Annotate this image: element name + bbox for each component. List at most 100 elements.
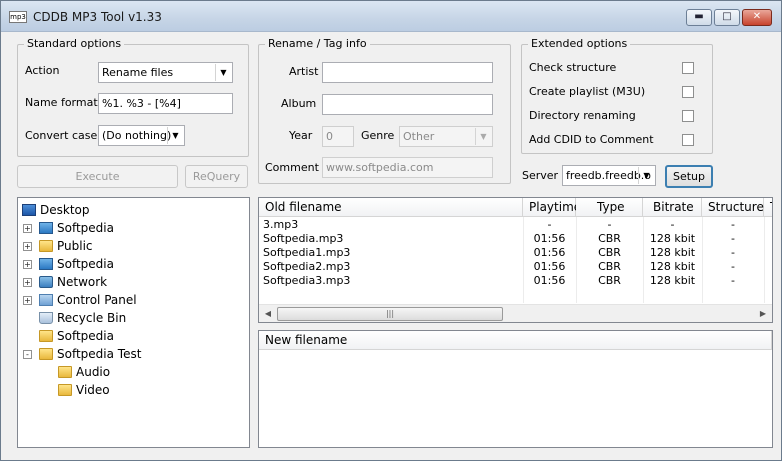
tree-item-label: Recycle Bin (57, 311, 127, 325)
execute-button[interactable]: Execute (17, 165, 178, 188)
convert-case-value: (Do nothing) (102, 129, 172, 142)
row-old-filename: Softpedia.mp3 (263, 232, 344, 245)
server-label: Server (522, 169, 559, 182)
tree-item[interactable]: + Network (18, 273, 248, 291)
tree-item-label: Softpedia (57, 329, 114, 343)
chevron-down-icon[interactable]: ▼ (167, 127, 183, 144)
mp3-app-icon: mp3 (9, 11, 27, 23)
folder-icon (58, 384, 72, 396)
genre-select[interactable]: Other ▼ (399, 126, 493, 147)
new-filename-list[interactable]: New filename (258, 330, 773, 448)
tree-item[interactable]: + Control Panel (18, 291, 248, 309)
table-row[interactable]: Softpedia2.mp3 01:56 CBR 128 kbit - (259, 260, 772, 274)
minimize-button[interactable]: ▬ (686, 9, 712, 26)
column-header-structure[interactable]: Structure (702, 198, 764, 217)
row-structure: - (731, 246, 735, 259)
standard-options-title: Standard options (24, 37, 125, 50)
row-bitrate: 128 kbit (649, 246, 696, 259)
create-playlist-checkbox[interactable] (682, 86, 694, 98)
artist-label: Artist (289, 65, 319, 78)
window-title: CDDB MP3 Tool v1.33 (33, 10, 162, 24)
network-icon (39, 276, 53, 288)
tree-item-label: Softpedia Test (57, 347, 142, 361)
add-cdid-label: Add CDID to Comment (529, 133, 654, 146)
scroll-right-icon[interactable]: ▶ (755, 306, 771, 322)
requery-button[interactable]: ReQuery (185, 165, 248, 188)
action-select[interactable]: Rename files ▼ (98, 62, 233, 83)
tree-item[interactable]: + Softpedia (18, 255, 248, 273)
convert-case-select[interactable]: (Do nothing) ▼ (98, 125, 185, 146)
name-format-value: %1. %3 - [%4] (102, 97, 181, 110)
year-label: Year (289, 129, 313, 142)
folder-tree[interactable]: Desktop + Softpedia + Public + Softpedia + Netwo… (17, 197, 250, 448)
title-bar[interactable]: mp3 CDDB MP3 Tool v1.33 ▬ □ ✕ (1, 1, 781, 32)
tree-item[interactable]: Desktop (18, 201, 248, 219)
year-value: 0 (326, 130, 333, 143)
comment-input[interactable]: www.softpedia.com (322, 157, 493, 178)
horizontal-scrollbar[interactable]: ◀ ||| ▶ (259, 304, 772, 322)
scrollbar-thumb[interactable]: ||| (277, 307, 503, 321)
table-row[interactable]: Softpedia.mp3 01:56 CBR 128 kbit - (259, 232, 772, 246)
album-label: Album (281, 97, 317, 110)
extended-options-group: Extended options Check structure Create … (521, 37, 713, 154)
chevron-down-icon[interactable]: ▼ (215, 64, 231, 81)
tree-item[interactable]: - Softpedia Test (18, 345, 248, 363)
rename-tag-info-title: Rename / Tag info (265, 37, 370, 50)
maximize-button[interactable]: □ (714, 9, 740, 26)
row-playtime: - (547, 218, 552, 231)
add-cdid-checkbox[interactable] (682, 134, 694, 146)
tree-item-label: Softpedia (57, 221, 114, 235)
expand-icon[interactable]: + (23, 260, 32, 269)
column-header-playtime[interactable]: Playtime (523, 198, 581, 217)
row-structure: - (731, 260, 735, 273)
expand-icon[interactable]: + (23, 242, 32, 251)
column-header-old-filename[interactable]: Old filename (259, 198, 523, 217)
recycle-bin-icon (39, 312, 53, 324)
close-button[interactable]: ✕ (742, 9, 772, 26)
chevron-down-icon[interactable]: ▼ (638, 167, 654, 184)
monitor-icon (39, 258, 53, 270)
tree-item[interactable]: + Public (18, 237, 248, 255)
collapse-icon[interactable]: - (23, 350, 32, 359)
expand-icon[interactable]: + (23, 224, 32, 233)
tree-item[interactable]: + Softpedia (18, 219, 248, 237)
row-structure: - (731, 218, 735, 231)
directory-renaming-checkbox[interactable] (682, 110, 694, 122)
column-header-t[interactable]: T (764, 198, 772, 217)
column-header-bitrate[interactable]: Bitrate (643, 198, 702, 217)
tree-item[interactable]: Softpedia (18, 327, 248, 345)
chevron-down-icon[interactable]: ▼ (475, 128, 491, 145)
album-input[interactable] (322, 94, 493, 115)
artist-input[interactable] (322, 62, 493, 83)
table-row[interactable]: 3.mp3 - - - - (259, 218, 772, 232)
tree-item-label: Audio (76, 365, 111, 379)
row-playtime: 01:56 (533, 274, 566, 287)
table-row[interactable]: Softpedia1.mp3 01:56 CBR 128 kbit - (259, 246, 772, 260)
column-header-new-filename[interactable]: New filename (259, 331, 772, 350)
row-old-filename: Softpedia1.mp3 (263, 246, 351, 259)
tree-item-label: Softpedia (57, 257, 114, 271)
tree-item[interactable]: Video (18, 381, 248, 399)
server-select[interactable]: freedb.freedb.o ▼ (562, 165, 656, 186)
row-structure: - (731, 232, 735, 245)
year-input[interactable]: 0 (322, 126, 354, 147)
table-row[interactable]: Softpedia3.mp3 01:56 CBR 128 kbit - (259, 274, 772, 288)
scroll-left-icon[interactable]: ◀ (260, 306, 276, 322)
folder-icon (39, 240, 53, 252)
check-structure-checkbox[interactable] (682, 62, 694, 74)
standard-options-group: Standard options Action Rename files ▼ N… (17, 37, 249, 157)
row-bitrate: 128 kbit (649, 274, 696, 287)
app-window: mp3 CDDB MP3 Tool v1.33 ▬ □ ✕ Standard o… (0, 0, 782, 461)
old-filename-list[interactable]: Old filename Playtime Type Bitrate Struc… (258, 197, 773, 323)
action-select-value: Rename files (102, 66, 174, 79)
name-format-input[interactable]: %1. %3 - [%4] (98, 93, 233, 114)
tree-item[interactable]: Recycle Bin (18, 309, 248, 327)
column-header-type[interactable]: Type (576, 198, 643, 217)
create-playlist-label: Create playlist (M3U) (529, 85, 646, 98)
tree-item[interactable]: Audio (18, 363, 248, 381)
row-bitrate: 128 kbit (649, 232, 696, 245)
setup-button[interactable]: Setup (665, 165, 713, 188)
row-playtime: 01:56 (533, 260, 566, 273)
expand-icon[interactable]: + (23, 296, 32, 305)
expand-icon[interactable]: + (23, 278, 32, 287)
